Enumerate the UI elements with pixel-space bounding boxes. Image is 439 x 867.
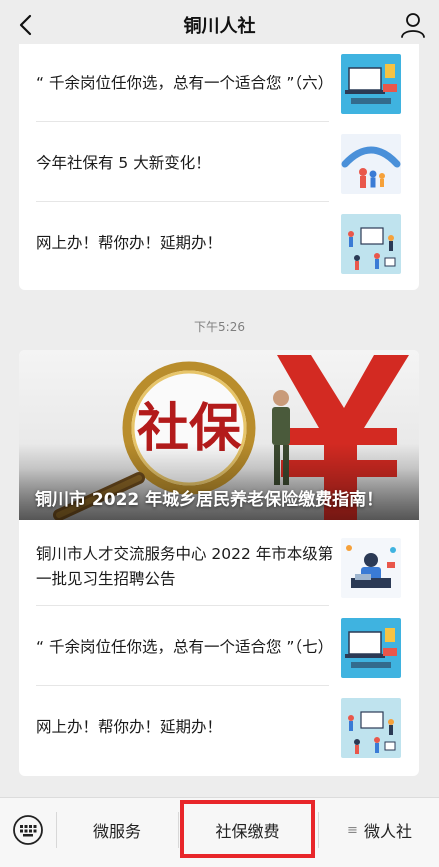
article-title: “ 千余岗位任你选，总有一个适合您 ”（六）	[36, 73, 334, 92]
article-title: 今年社保有 5 大新变化！	[36, 153, 211, 172]
article-row[interactable]: “ 千余岗位任你选，总有一个适合您 ”（七）	[19, 608, 419, 686]
menu-item-micro-service[interactable]: 微服务	[57, 798, 177, 862]
article-row[interactable]: 铜川市人才交流服务中心 2022 年市本级第一批见习生招聘公告	[19, 528, 419, 606]
worker-desk-thumbnail	[341, 538, 401, 598]
menu-separator	[178, 812, 179, 848]
online-services-thumbnail	[341, 214, 401, 274]
menu-item-wei-renshe[interactable]: ≡ 微人社	[320, 798, 439, 862]
bottom-menu-bar: 微服务 社保缴费 ≡ 微人社	[0, 797, 439, 867]
article-title: “ 千余岗位任你选，总有一个适合您 ”（七）	[36, 637, 334, 656]
article-row[interactable]: 今年社保有 5 大新变化！	[19, 124, 419, 202]
article-title: 铜川市人才交流服务中心 2022 年市本级第一批见习生招聘公告	[36, 545, 334, 588]
article-row[interactable]: “ 千余岗位任你选，总有一个适合您 ”（六）	[19, 44, 419, 122]
menu-separator	[318, 812, 319, 848]
hands-protecting-family-thumbnail	[341, 134, 401, 194]
featured-article-banner[interactable]: 社保 铜川市 2022 年城乡居民养老保险缴费指南！	[19, 350, 419, 520]
row-divider	[36, 201, 329, 202]
online-services-thumbnail	[341, 698, 401, 758]
keyboard-icon	[13, 815, 43, 845]
keyboard-toggle-button[interactable]	[12, 814, 44, 846]
message-timestamp: 下午5:26	[194, 320, 245, 334]
laptop-office-thumbnail	[341, 618, 401, 678]
article-row[interactable]: 网上办！帮你办！延期办！	[19, 688, 419, 766]
row-divider	[36, 685, 329, 686]
article-title: 网上办！帮你办！延期办！	[36, 717, 223, 736]
chevron-left-icon	[19, 14, 32, 36]
row-divider	[36, 121, 329, 122]
row-divider	[36, 605, 329, 606]
article-card-group-1: “ 千余岗位任你选，总有一个适合您 ”（六） 今年社保有 5 大新变化！ 网上办…	[19, 44, 419, 290]
profile-button[interactable]	[399, 11, 427, 39]
laptop-office-thumbnail	[341, 54, 401, 114]
article-row[interactable]: 网上办！帮你办！延期办！	[19, 204, 419, 282]
highlight-box	[180, 800, 315, 858]
top-nav-bar: 铜川人社	[0, 0, 439, 50]
person-icon	[401, 13, 425, 38]
page-title: 铜川人社	[183, 16, 256, 37]
menu-item-label: 微人社	[363, 822, 412, 841]
back-button[interactable]	[10, 10, 40, 40]
article-title: 网上办！帮你办！延期办！	[36, 233, 223, 252]
article-card-group-2: 社保 铜川市 2022 年城乡居民养老保险缴费指南！ 铜川市人才交流服务中心 2…	[19, 350, 419, 776]
submenu-list-icon: ≡	[347, 822, 358, 838]
menu-item-label: 微服务	[92, 822, 141, 841]
banner-title: 铜川市 2022 年城乡居民养老保险缴费指南！	[35, 490, 384, 510]
